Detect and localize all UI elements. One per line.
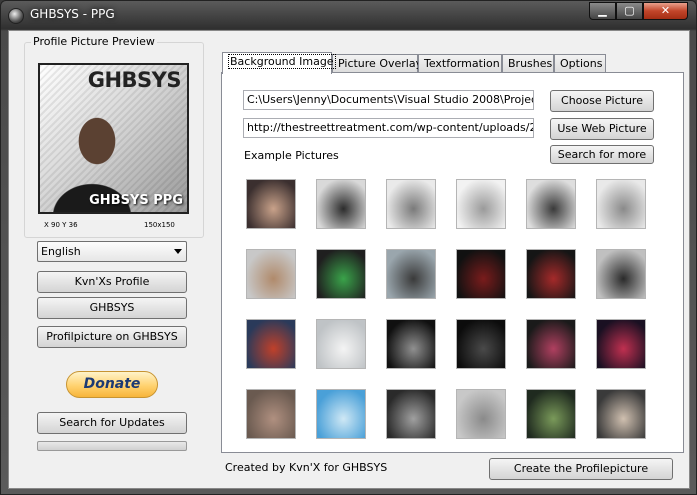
preview-group: Profile Picture Preview GHBSYS GHBSYS PP… xyxy=(24,35,204,238)
example-picture-thumb[interactable] xyxy=(386,179,436,229)
example-picture-thumb[interactable] xyxy=(596,319,646,369)
example-picture-thumb[interactable] xyxy=(316,389,366,439)
preview-coords: X 90 Y 36 xyxy=(44,221,78,229)
app-window: GHBSYS - PPG ▁ ▢ ✕ Profile Picture Previ… xyxy=(0,0,697,495)
maximize-button[interactable]: ▢ xyxy=(616,2,643,20)
example-picture-thumb[interactable] xyxy=(596,249,646,299)
example-picture-thumb[interactable] xyxy=(456,249,506,299)
preview-group-label: Profile Picture Preview xyxy=(31,35,157,48)
app-icon xyxy=(8,8,24,24)
tab-label: Background Image xyxy=(228,54,336,69)
example-picture-thumb[interactable] xyxy=(526,389,576,439)
example-picture-thumb[interactable] xyxy=(596,389,646,439)
search-updates-button[interactable]: Search for Updates xyxy=(37,412,187,434)
example-pictures-label: Example Pictures xyxy=(244,149,339,162)
tab-textformation[interactable]: Textformation xyxy=(418,54,502,73)
profilpicture-ghbsys-button[interactable]: Profilpicture on GHBSYS xyxy=(37,326,187,348)
example-picture-thumb[interactable] xyxy=(456,389,506,439)
ghbsys-button[interactable]: GHBSYS xyxy=(37,297,187,319)
example-picture-thumb[interactable] xyxy=(246,319,296,369)
image-path-field[interactable]: C:\Users\Jenny\Documents\Visual Studio 2… xyxy=(243,90,534,110)
example-picture-thumb[interactable] xyxy=(596,179,646,229)
example-picture-thumb[interactable] xyxy=(386,319,436,369)
example-picture-thumb[interactable] xyxy=(246,389,296,439)
profile-preview-image: GHBSYS GHBSYS PPG xyxy=(38,63,189,214)
update-progress-bar xyxy=(37,441,187,451)
background-image-panel: C:\Users\Jenny\Documents\Visual Studio 2… xyxy=(221,72,684,453)
kvnx-profile-button[interactable]: Kvn'Xs Profile xyxy=(37,271,187,293)
close-button[interactable]: ✕ xyxy=(643,2,688,20)
example-picture-thumb[interactable] xyxy=(316,179,366,229)
minimize-button[interactable]: ▁ xyxy=(589,2,616,20)
choose-picture-button[interactable]: Choose Picture xyxy=(550,90,654,112)
tab-options[interactable]: Options xyxy=(554,54,606,73)
language-value: English xyxy=(41,245,81,258)
tab-brushes[interactable]: Brushes xyxy=(502,54,554,73)
title-bar[interactable]: GHBSYS - PPG ▁ ▢ ✕ xyxy=(1,1,696,29)
search-more-button[interactable]: Search for more xyxy=(550,145,654,164)
chevron-down-icon xyxy=(174,249,182,254)
example-picture-thumb[interactable] xyxy=(526,319,576,369)
example-picture-thumb[interactable] xyxy=(316,319,366,369)
example-picture-thumb[interactable] xyxy=(316,249,366,299)
example-picture-thumb[interactable] xyxy=(386,249,436,299)
example-picture-thumb[interactable] xyxy=(246,249,296,299)
tab-picture-overlay[interactable]: Picture Overlay xyxy=(332,54,422,73)
example-picture-thumb[interactable] xyxy=(246,179,296,229)
create-profilepicture-button[interactable]: Create the Profilepicture xyxy=(489,458,673,480)
preview-title-text: GHBSYS xyxy=(87,68,182,92)
language-select[interactable]: English xyxy=(37,241,187,262)
credit-text: Created by Kvn'X for GHBSYS xyxy=(225,461,388,474)
example-picture-thumb[interactable] xyxy=(526,179,576,229)
example-picture-thumb[interactable] xyxy=(456,319,506,369)
use-web-picture-button[interactable]: Use Web Picture xyxy=(550,118,654,140)
web-url-field[interactable]: http://thestreettreatment.com/wp-content… xyxy=(243,118,534,138)
tab-background-image[interactable]: Background Image xyxy=(222,52,336,74)
client-area: Profile Picture Preview GHBSYS GHBSYS PP… xyxy=(8,30,690,489)
window-title: GHBSYS - PPG xyxy=(30,7,115,21)
example-picture-thumb[interactable] xyxy=(526,249,576,299)
example-picture-thumb[interactable] xyxy=(456,179,506,229)
donate-button[interactable]: Donate xyxy=(66,371,158,398)
example-picture-thumb[interactable] xyxy=(386,389,436,439)
preview-brand-text: GHBSYS PPG xyxy=(89,193,183,208)
preview-size: 150x150 xyxy=(144,221,175,229)
